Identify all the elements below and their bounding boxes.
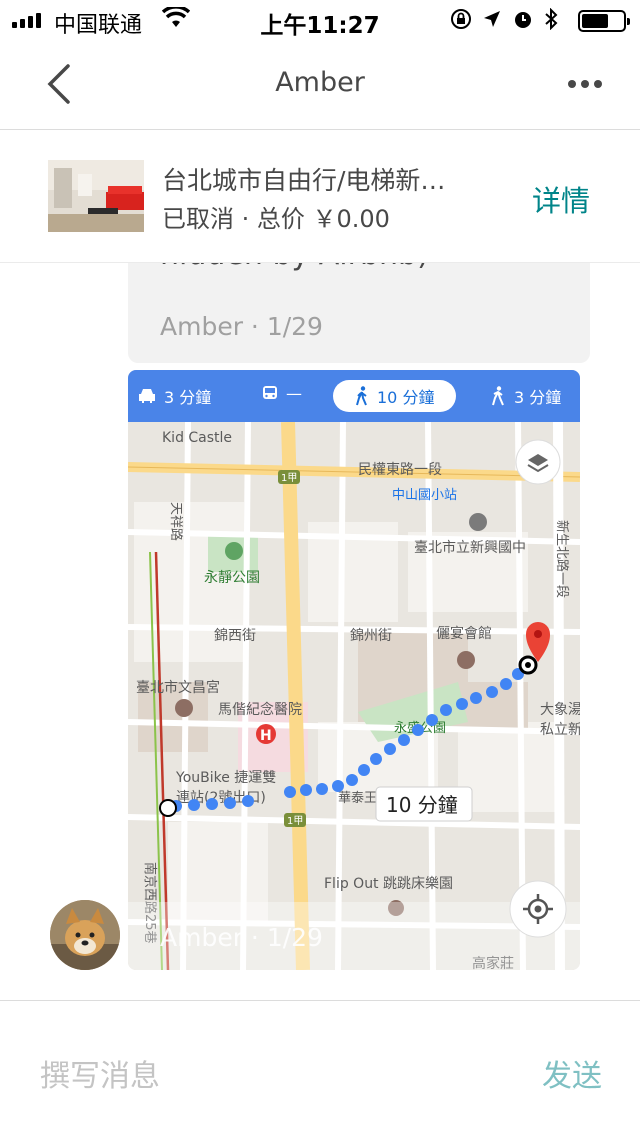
park-icon: [225, 542, 243, 560]
map-label: 民權東路一段: [358, 462, 442, 478]
listing-thumbnail[interactable]: [48, 160, 144, 232]
road-shield: 1甲: [287, 816, 303, 827]
walk-icon: [356, 386, 367, 406]
map-label: 臺北市文昌宮: [136, 679, 220, 696]
message-bubble: hidden by Airbnb) Amber · 1/29: [128, 263, 590, 363]
send-button[interactable]: 发送: [542, 1051, 602, 1095]
travel-mode-bar: 3 分鐘 — 10 分鐘 3 分鐘: [128, 370, 580, 422]
conversation-title: Amber: [275, 67, 365, 98]
nav-bar: Amber: [0, 40, 640, 130]
train-icon: [263, 385, 277, 399]
mode-drive[interactable]: 3 分鐘: [138, 384, 211, 408]
mode-rideshare[interactable]: 3 分鐘: [490, 384, 561, 408]
map-label: 新生北路一段: [554, 520, 570, 598]
map-label: 中山國小站: [392, 488, 457, 503]
car-icon: [139, 389, 155, 403]
route-duration-label: 10 分鐘: [386, 793, 458, 817]
map-label: YouBike 捷運雙: [175, 770, 276, 786]
listing-summary[interactable]: 台北城市自由行/电梯新… 已取消 · 总价 ￥0.00 详情: [0, 131, 640, 263]
map-label: 錦州街: [350, 627, 392, 644]
message-thread[interactable]: hidden by Airbnb) Amber · 1/29 3 分鐘 — 10…: [0, 263, 640, 1000]
map-label: 馬偕紀念醫院: [218, 701, 302, 718]
sender-avatar[interactable]: [50, 900, 120, 970]
temple-icon: [175, 699, 193, 717]
map-label: 華泰王: [338, 791, 377, 806]
reservation-status: 已取消 · 总价 ￥0.00: [162, 205, 390, 233]
mode-transit[interactable]: —: [262, 384, 302, 403]
map-label: 私立新: [540, 722, 580, 738]
venue-icon: [457, 651, 475, 669]
alarm-icon: [515, 12, 531, 28]
map-message[interactable]: 3 分鐘 — 10 分鐘 3 分鐘 Kid Castle 民權東路一段 中山國小…: [128, 370, 580, 970]
road-shield: 1甲: [281, 473, 297, 484]
more-options-icon[interactable]: [568, 80, 602, 88]
rotation-lock-icon: [451, 9, 471, 29]
school-icon: [469, 513, 487, 531]
listing-title: 台北城市自由行/电梯新…: [162, 166, 446, 195]
message-meta: Amber · 1/29: [160, 923, 323, 952]
map-label: 儷宴會館: [436, 625, 492, 642]
message-text: hidden by Airbnb): [160, 263, 429, 272]
message-input[interactable]: 撰写消息: [40, 1051, 160, 1095]
map-view[interactable]: Kid Castle 民權東路一段 中山國小站 臺北市立新興國中 永靜公園 錦西…: [128, 422, 580, 970]
map-label: 天祥路: [168, 502, 184, 541]
map-label: 錦西街: [214, 627, 256, 644]
compose-bar: 撰写消息 发送: [0, 1000, 640, 1136]
mode-walk[interactable]: 10 分鐘: [333, 380, 457, 412]
status-bar: 中国联通 上午11:27: [0, 0, 640, 40]
map-label: 大象湯: [540, 701, 580, 718]
map-label: Kid Castle: [162, 430, 232, 446]
map-label: 永靜公園: [204, 570, 260, 586]
message-meta: Amber · 1/29: [160, 312, 323, 341]
svg-text:H: H: [260, 728, 272, 744]
details-link[interactable]: 详情: [532, 178, 590, 220]
bluetooth-icon: [545, 8, 558, 30]
battery-icon: [578, 10, 630, 32]
map-label: Flip Out 跳跳床樂園: [324, 875, 453, 892]
location-icon: [484, 11, 500, 27]
rideshare-icon: [492, 386, 504, 406]
route-start-icon: [159, 799, 177, 817]
map-label: 臺北市立新興國中: [414, 539, 526, 556]
